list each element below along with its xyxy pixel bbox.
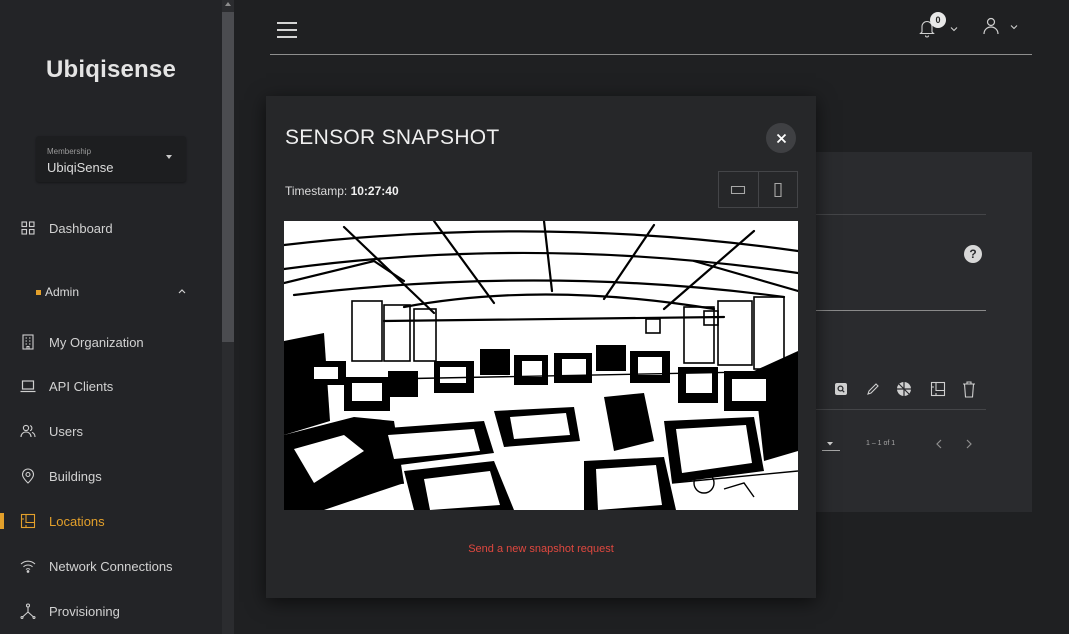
sidebar-item-buildings[interactable]: Buildings [0,456,222,496]
landscape-view-button[interactable] [719,172,758,207]
pagination: 1 – 1 of 1 [822,438,982,454]
section-label: Admin [45,285,80,299]
office-snapshot-drawing [284,221,798,510]
user-icon [983,17,999,35]
row-actions [830,380,980,400]
sensor-snapshot-dialog: SENSOR SNAPSHOT Timestamp: 10:27:40 Send… [266,96,816,598]
floorplan-icon[interactable] [930,381,946,397]
membership-value: UbiqiSense [47,160,114,175]
sidebar-scrollbar-thumb[interactable] [222,12,234,342]
chevron-down-icon [950,27,958,32]
chevron-up-icon[interactable] [178,288,186,294]
membership-select[interactable]: Membership UbiqiSense [36,136,186,182]
help-icon[interactable]: ? [964,245,982,263]
network-icon [20,603,36,619]
chevron-left-icon[interactable] [935,438,943,450]
sidebar-item-dashboard[interactable]: Dashboard [0,208,222,248]
landscape-icon [731,185,746,194]
header-divider [270,54,1032,55]
grid-icon [20,220,36,236]
timestamp-value: 10:27:40 [350,184,399,198]
sensor-snapshot-image [284,221,798,510]
notification-badge: 0 [930,12,946,28]
timestamp-label: Timestamp: [285,184,348,198]
building-icon [20,334,36,350]
wifi-icon [20,558,36,574]
sidebar-item-label: Dashboard [49,220,113,236]
send-snapshot-request-link[interactable]: Send a new snapshot request [266,543,816,555]
section-admin[interactable]: Admin [36,285,79,299]
sidebar-item-label: Locations [49,513,105,529]
edit-icon[interactable] [866,382,880,396]
timestamp: Timestamp: 10:27:40 [285,184,399,198]
sidebar-item-network-connections[interactable]: Network Connections [0,546,222,586]
close-icon [776,133,786,143]
orientation-toggle [718,171,798,208]
chevron-down-icon[interactable] [826,441,834,447]
camera-aperture-icon[interactable] [896,381,912,397]
sidebar-item-locations[interactable]: Locations [0,501,222,541]
user-menu-button[interactable] [980,16,1025,42]
sidebar-item-label: Network Connections [49,558,173,574]
menu-icon[interactable] [277,22,297,38]
active-indicator [0,513,4,529]
map-pin-icon [20,468,36,484]
users-icon [20,423,36,439]
chevron-down-icon [1010,25,1018,30]
sidebar-item-my-organization[interactable]: My Organization [0,322,222,362]
sidebar-item-label: Provisioning [49,603,120,619]
sidebar-item-users[interactable]: Users [0,411,222,451]
sidebar-item-label: API Clients [49,378,114,394]
dialog-title: SENSOR SNAPSHOT [285,126,500,149]
sidebar-item-api-clients[interactable]: API Clients [0,366,222,406]
pagination-range: 1 – 1 of 1 [866,440,896,447]
trash-icon[interactable] [962,380,976,398]
sidebar-item-provisioning[interactable]: Provisioning [0,591,222,631]
laptop-icon [20,378,36,394]
app-root: Ubiqisense Membership UbiqiSense Dashboa… [0,0,1069,634]
close-button[interactable] [766,123,796,153]
scroll-up-arrow-icon[interactable] [225,2,231,6]
brand-logo: Ubiqisense [45,56,177,83]
chevron-down-icon [166,155,172,159]
portrait-icon [774,182,782,197]
chevron-right-icon[interactable] [965,438,973,450]
floorplan-icon [20,513,36,529]
section-bullet [36,289,41,295]
sidebar-item-label: My Organization [49,334,144,350]
sidebar: Ubiqisense Membership UbiqiSense Dashboa… [0,0,222,634]
notifications-button[interactable]: 0 [918,12,963,42]
search-icon[interactable] [834,382,848,396]
portrait-view-button[interactable] [757,172,797,207]
sidebar-item-label: Users [49,423,83,439]
membership-caption: Membership [47,147,92,156]
sidebar-item-label: Buildings [49,468,102,484]
